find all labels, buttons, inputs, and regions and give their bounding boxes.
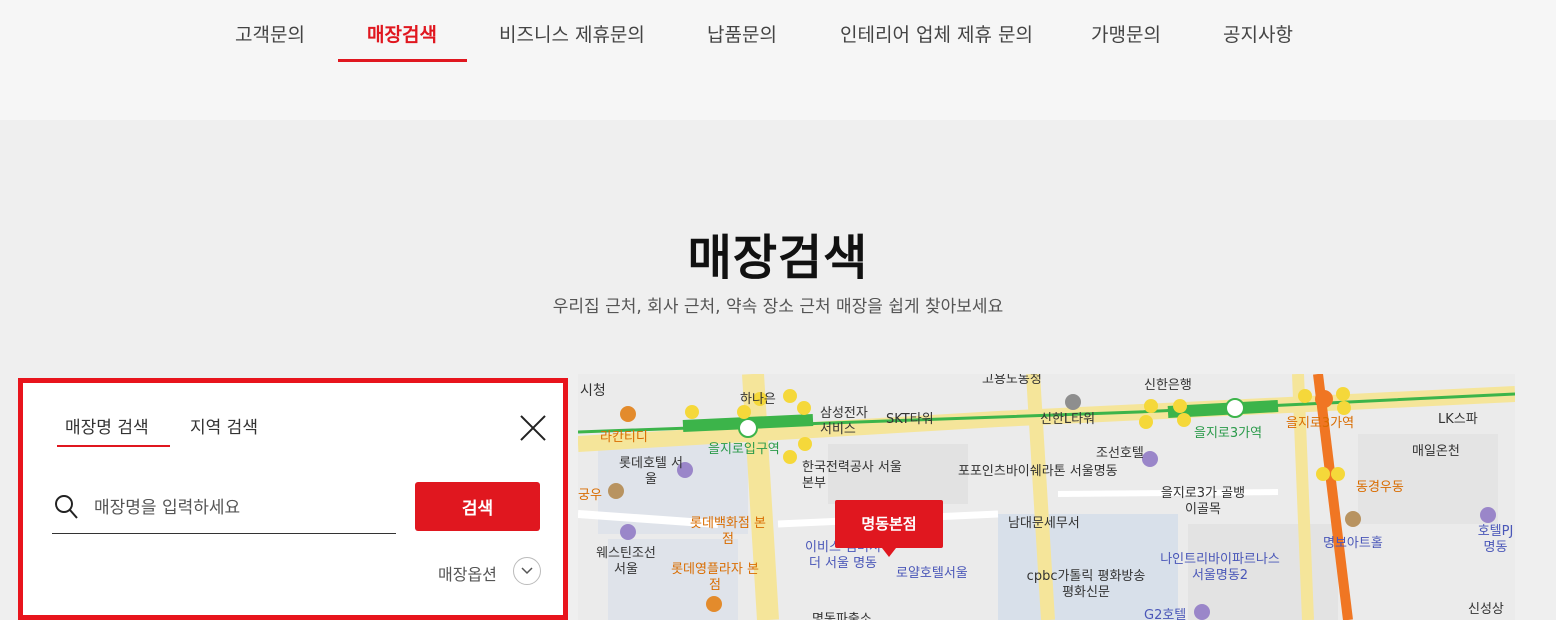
tab-store-name-search[interactable]: 매장명 검색 [65, 413, 149, 438]
map-label: 로얄호텔서울 [896, 566, 968, 581]
map-label: 명보아트홀 [1323, 536, 1383, 551]
map-label: 한국전력공사 서울본부 [802, 460, 902, 491]
map-label: 고용노동청 [982, 374, 1042, 387]
tab-interior-partnership[interactable]: 인테리어 업체 제휴 문의 [840, 20, 1033, 47]
map-label: 을지로3가역 [1194, 426, 1263, 441]
map-label: 신성상 [1468, 602, 1504, 617]
nav-tabs: 고객문의 매장검색 비즈니스 제휴문의 납품문의 인테리어 업체 제휴 문의 가… [0, 0, 1556, 70]
map-label: 을지로3가 골뱅이골목 [1160, 486, 1246, 517]
active-search-tab-indicator [57, 445, 170, 447]
map-label: SKT타워 [886, 412, 934, 427]
map-label: 을지로3가역 [1286, 416, 1355, 431]
store-map[interactable]: 시청 라칸티디 하나은 삼성전자 서비스 SKT타워 신한L타워 신한은행 을지… [578, 374, 1515, 620]
map-label: 명동파출소 [812, 612, 872, 620]
map-label: 하나은 [740, 392, 776, 407]
map-label: 포포인츠바이쉐라톤 서울명동 [958, 464, 1118, 479]
map-label: G2호텔 [1144, 608, 1187, 620]
map-label: cpbc가톨릭 평화방송평화신문 [1026, 569, 1146, 600]
map-label: 삼성전자 서비스 [820, 406, 868, 437]
chevron-down-icon[interactable] [513, 557, 541, 585]
map-label: 남대문세무서 [1008, 516, 1080, 531]
search-field [52, 486, 396, 534]
store-name-input[interactable] [94, 494, 384, 522]
top-navigation: 고객문의 매장검색 비즈니스 제휴문의 납품문의 인테리어 업체 제휴 문의 가… [0, 0, 1556, 120]
search-button[interactable]: 검색 [415, 482, 540, 531]
page-title: 매장검색 [687, 230, 869, 286]
map-label: 시청 [580, 383, 606, 399]
map-label: 궁우 [578, 488, 602, 503]
map-label: 신한L타워 [1040, 412, 1096, 427]
map-label: 롯데영플라자 본점 [671, 562, 759, 593]
tab-store-search[interactable]: 매장검색 [367, 20, 437, 47]
map-label: 웨스틴조선 서울 [596, 546, 656, 577]
map-label: LK스파 [1438, 412, 1478, 427]
map-label: 나인트리바이파르나스 서울명동2 [1160, 552, 1280, 583]
store-marker[interactable]: 명동본점 [835, 500, 943, 557]
map-label: 을지로입구역 [708, 442, 780, 457]
map-label: 호텔PJ 명동 [1477, 524, 1514, 555]
tab-region-search[interactable]: 지역 검색 [190, 413, 258, 438]
map-label: 동경우동 [1356, 480, 1404, 495]
search-icon [55, 495, 78, 519]
tab-business-partnership[interactable]: 비즈니스 제휴문의 [499, 20, 645, 47]
map-label: 라칸티디 [600, 430, 648, 445]
tab-franchise-inquiry[interactable]: 가맹문의 [1091, 20, 1161, 47]
active-tab-indicator [338, 59, 467, 62]
close-icon[interactable] [518, 413, 548, 443]
store-options-label[interactable]: 매장옵션 [438, 561, 497, 585]
page-subtitle: 우리집 근처, 회사 근처, 약속 장소 근처 매장을 쉽게 찾아보세요 [552, 297, 1004, 317]
search-panel: 매장명 검색 지역 검색 검색 매장옵션 [18, 378, 568, 620]
tab-supply-inquiry[interactable]: 납품문의 [707, 20, 777, 47]
map-label: 신한은행 [1144, 378, 1192, 393]
map-label: 롯데호텔 서울 [619, 456, 683, 487]
map-label: 조선호텔 [1096, 446, 1144, 461]
map-label: 롯데백화점 본점 [690, 516, 766, 547]
tab-customer-inquiry[interactable]: 고객문의 [235, 20, 305, 47]
tab-notice[interactable]: 공지사항 [1223, 20, 1293, 47]
map-label: 매일온천 [1412, 444, 1460, 459]
